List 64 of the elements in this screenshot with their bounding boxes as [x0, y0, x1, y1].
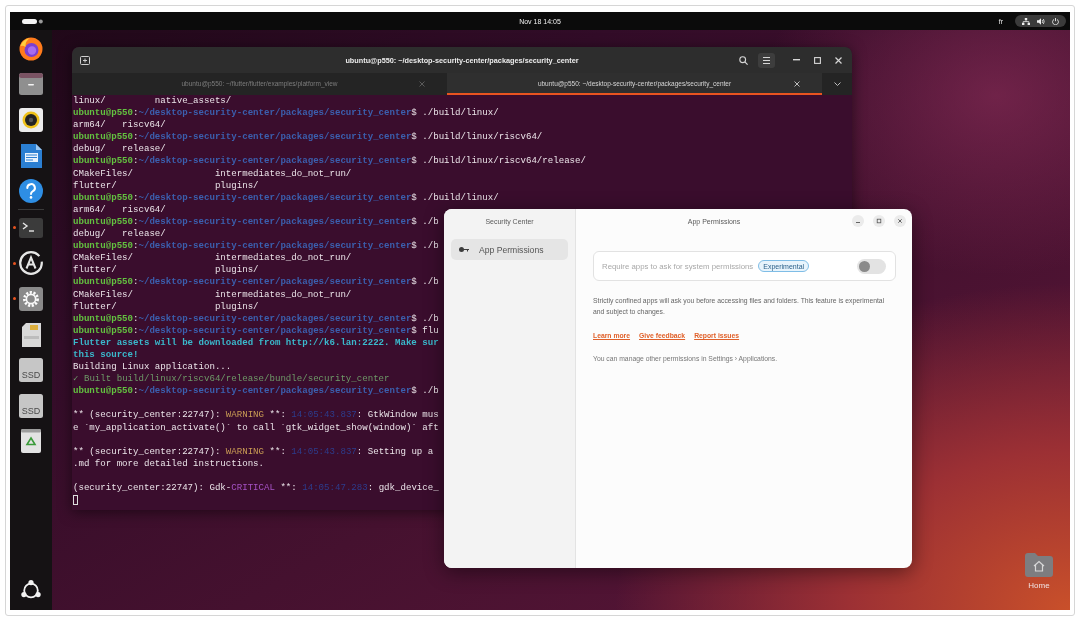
- terminal-line: CMakeFiles/ intermediates_do_not_run/: [73, 167, 352, 180]
- terminal-line: ✓ Built build/linux/riscv64/release/bundle/security_center: [73, 373, 390, 386]
- globe-icon[interactable]: [19, 36, 43, 61]
- power-icon: [1052, 17, 1059, 25]
- terminal-line: CMakeFiles/ intermediates_do_not_run/: [73, 252, 352, 265]
- help-icon[interactable]: [19, 179, 43, 204]
- terminal-line: e `my_application_activate()` to call `gtk_widget_show(window)` aft: [73, 421, 439, 434]
- terminal-line: ubuntu@p550:~/desktop-security-center/packages/security_center$ ./build/linux/: [73, 107, 499, 120]
- terminal-line: flutter/ plugins/: [73, 300, 259, 313]
- maximize-icon[interactable]: [873, 215, 885, 227]
- terminal-line: ubuntu@p550:~/desktop-security-center/packages/security_center$ ./b: [73, 312, 439, 325]
- terminal-line: debug/ release/: [73, 143, 166, 156]
- sidebar-item[interactable]: App Permissions: [451, 239, 568, 260]
- terminal-line: ubuntu@p550:~/desktop-security-center/packages/security_center$ ./b: [73, 215, 439, 229]
- settings-icon[interactable]: [19, 286, 43, 311]
- trash-icon[interactable]: [21, 429, 41, 454]
- chevron-down-icon[interactable]: [833, 82, 841, 86]
- menu-icon[interactable]: [758, 52, 775, 68]
- new-tab-icon[interactable]: [80, 55, 90, 65]
- terminal-line: Flutter assets will be downloaded from http://k6.lan:2222. Make sur: [73, 336, 439, 349]
- key-icon: [459, 247, 469, 252]
- network-icon: [1022, 17, 1030, 25]
- terminal-line: ubuntu@p550:~/desktop-security-center/packages/security_center$ ./build/linux/: [73, 191, 499, 204]
- minimize-icon[interactable]: [793, 59, 800, 61]
- terminal-line: linux/ native_assets/: [73, 95, 232, 108]
- terminal-line: ubuntu@p550:~/desktop-security-center/packages/security_center$ ./build/linux/riscv64/release/: [73, 155, 586, 168]
- terminal-line: arm64/ riscv64/: [73, 203, 166, 216]
- terminal-line: this source!: [73, 348, 139, 362]
- terminal-line: CMakeFiles/ intermediates_do_not_run/: [73, 288, 352, 301]
- ring-dots-icon[interactable]: [21, 580, 41, 600]
- desktop-icon-label: Home: [1028, 581, 1050, 590]
- terminal-line: ** (security_center:22747): WARNING **: 14:05:43.837: GtkWindow mus: [73, 409, 439, 422]
- search-icon[interactable]: [739, 55, 748, 65]
- terminal-line: flutter/ plugins/: [73, 179, 259, 192]
- terminal-line: ubuntu@p550:~/desktop-security-center/packages/security_center$ flu: [73, 324, 439, 337]
- document-icon[interactable]: [20, 143, 42, 168]
- circled-a-icon[interactable]: [19, 251, 43, 276]
- maximize-icon[interactable]: [814, 56, 821, 64]
- terminal-line: ** (security_center:22747): WARNING **: 14:05:43.837: Setting up a: [73, 445, 434, 458]
- terminal-line: arm64/ riscv64/: [73, 119, 166, 132]
- speaker-icon[interactable]: [19, 108, 43, 132]
- terminal-line: ubuntu@p550:~/desktop-security-center/packages/security_center$ ./b: [73, 385, 439, 398]
- minimize-icon[interactable]: [852, 215, 864, 227]
- terminal-line: Building Linux application...: [73, 361, 232, 374]
- drive-icon[interactable]: SSD: [19, 358, 43, 383]
- close-icon[interactable]: [835, 56, 842, 64]
- file-cabinet-icon[interactable]: [19, 73, 43, 96]
- terminal-line: flutter/ plugins/: [73, 264, 259, 277]
- terminal-icon[interactable]: [19, 217, 43, 238]
- close-tab-icon[interactable]: [794, 81, 800, 87]
- terminal-line: debug/ release/: [73, 228, 166, 241]
- terminal-line: (security_center:22747): Gdk-CRITICAL **: 14:05:47.283: gdk_device_: [73, 482, 439, 495]
- sd-card-icon[interactable]: [21, 322, 41, 347]
- close-icon[interactable]: [894, 215, 906, 227]
- terminal-line: .md for more detailed instructions.: [73, 457, 264, 470]
- workspace-indicator-icon[interactable]: [22, 18, 43, 24]
- home-folder-icon[interactable]: [1025, 553, 1053, 577]
- volume-icon: [1037, 17, 1045, 25]
- terminal-line: ubuntu@p550:~/desktop-security-center/packages/security_center$ ./b: [73, 240, 439, 253]
- drive-icon[interactable]: SSD: [19, 393, 43, 418]
- system-menu-button[interactable]: [1015, 15, 1066, 27]
- terminal-line: ubuntu@p550:~/desktop-security-center/packages/security_center$ ./b: [73, 276, 439, 289]
- terminal-line: ubuntu@p550:~/desktop-security-center/packages/security_center$ ./build/linux/riscv64/: [73, 131, 543, 144]
- text-cursor: [73, 494, 78, 505]
